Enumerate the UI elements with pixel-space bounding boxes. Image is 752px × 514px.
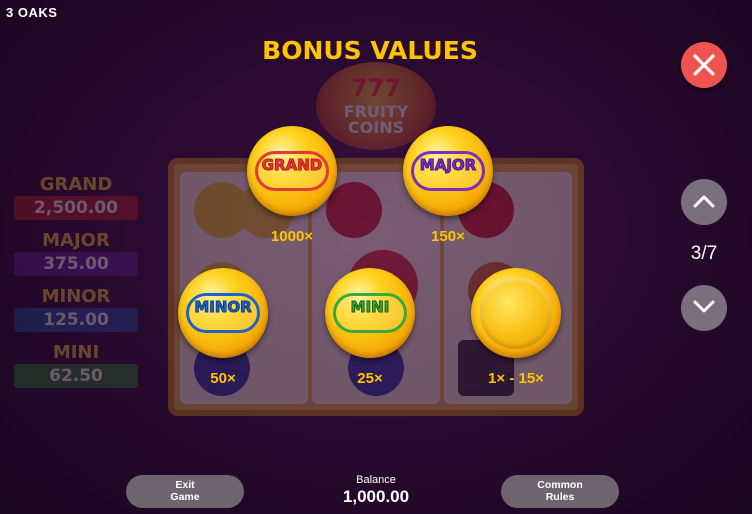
jackpot-value: 375.00 (14, 252, 138, 276)
page-indicator: 3/7 (690, 243, 718, 264)
close-button[interactable] (681, 42, 727, 88)
coin-regular: 1× - 15× (446, 268, 586, 387)
game-provider-name: 3 OAKS (6, 5, 58, 20)
logo-line-1: 777 (350, 74, 402, 102)
coin-icon: MAJOR (403, 126, 493, 216)
background-game: 777 FRUITY COINS GRAND 2,500.00 MAJOR 37… (0, 0, 752, 514)
jackpot-grand: GRAND 2,500.00 (14, 174, 138, 220)
jackpot-value: 2,500.00 (14, 196, 138, 220)
chevron-up-icon (693, 195, 715, 208)
coin-label: GRAND (261, 156, 323, 175)
balance-display: Balance 1,000.00 (316, 474, 436, 507)
common-rules-button[interactable]: Common Rules (501, 475, 619, 508)
jackpot-value: 62.50 (14, 364, 138, 388)
next-page-button[interactable] (681, 285, 727, 331)
coin-icon: GRAND (247, 126, 337, 216)
coin-label: MINOR (194, 298, 252, 317)
jackpot-value: 125.00 (14, 308, 138, 332)
coin-multiplier: 1× - 15× (488, 370, 544, 387)
coin-icon: MINI (325, 268, 415, 358)
jackpot-mini: MINI 62.50 (14, 342, 138, 388)
coin-multiplier: 150× (431, 228, 465, 245)
logo-line-2: FRUITY (343, 102, 409, 121)
exit-button-line-1: Exit (175, 479, 195, 491)
coin-minor: MINOR 50× (153, 268, 293, 387)
previous-page-button[interactable] (681, 179, 727, 225)
close-icon (693, 54, 715, 76)
jackpot-name: MINOR (41, 286, 111, 307)
jackpot-name: MINI (52, 342, 100, 363)
coin-face (480, 277, 552, 349)
chevron-down-icon (693, 300, 715, 313)
rules-button-line-1: Common (537, 479, 583, 491)
coin-multiplier: 25× (357, 370, 383, 387)
balance-label: Balance (356, 474, 396, 486)
rules-button-line-2: Rules (545, 491, 575, 503)
coin-major: MAJOR 150× (378, 126, 518, 245)
balance-value: 1,000.00 (342, 487, 410, 506)
coin-multiplier: 50× (210, 370, 236, 387)
jackpot-major: MAJOR 375.00 (14, 230, 138, 276)
coin-multiplier: 1000× (270, 228, 314, 245)
jackpot-name: MAJOR (42, 230, 110, 251)
coin-icon (471, 268, 561, 358)
coin-grand: GRAND 1000× (222, 126, 362, 245)
coin-icon: MINOR (178, 268, 268, 358)
coin-label: MAJOR (419, 156, 477, 175)
jackpot-minor: MINOR 125.00 (14, 286, 138, 332)
exit-button-line-2: Game (170, 491, 200, 503)
page-title: BONUS VALUES (262, 36, 478, 65)
coin-mini: MINI 25× (300, 268, 440, 387)
jackpot-name: GRAND (39, 174, 113, 195)
coin-label: MINI (350, 298, 390, 317)
exit-game-button[interactable]: Exit Game (126, 475, 244, 508)
